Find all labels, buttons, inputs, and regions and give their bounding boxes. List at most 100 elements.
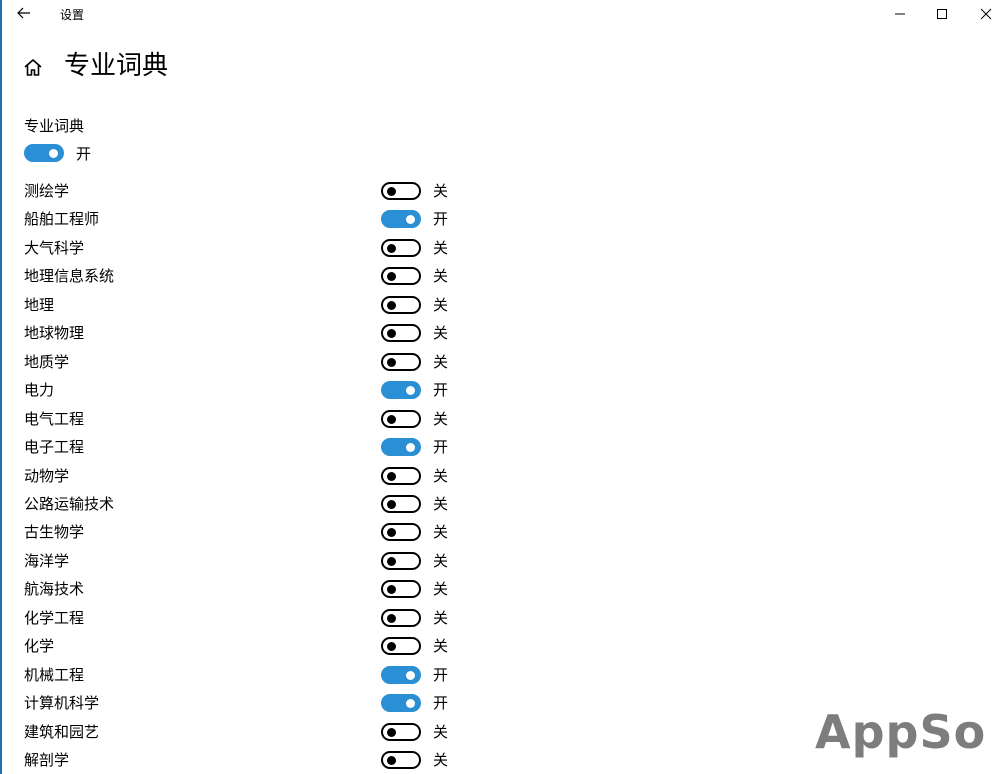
- toggle-state-label: 关: [433, 637, 449, 656]
- dictionary-toggle-switch[interactable]: [381, 295, 421, 314]
- toggle-state-label: 关: [433, 494, 449, 513]
- dictionary-toggle-switch[interactable]: [381, 182, 421, 200]
- dictionary-label: 电力: [24, 381, 55, 400]
- dictionary-label: 解剖学: [24, 751, 70, 769]
- toggle-knob: [387, 329, 396, 339]
- dictionary-label: 动物学: [24, 466, 70, 485]
- dictionary-label: 建筑和园艺: [24, 722, 100, 741]
- dictionary-row: 计算机科学 开: [0, 691, 470, 715]
- toggle-knob: [387, 556, 396, 566]
- close-icon[interactable]: [976, 4, 996, 24]
- toggle-knob: [387, 756, 396, 765]
- dictionary-label: 地质学: [24, 352, 70, 371]
- toggle-knob: [406, 215, 415, 225]
- dictionary-label: 地球物理: [24, 324, 85, 343]
- dictionary-row: 解剖学 关: [0, 748, 470, 772]
- toggle-knob: [387, 528, 396, 538]
- dictionary-toggle-switch[interactable]: [381, 494, 421, 513]
- toggle-knob: [49, 149, 58, 158]
- dictionary-toggle-switch[interactable]: [381, 523, 421, 542]
- toggle-knob: [387, 499, 396, 509]
- dictionary-toggle-switch[interactable]: [381, 267, 421, 286]
- dictionary-toggle-switch[interactable]: [381, 751, 421, 769]
- toggle-state-label: 关: [433, 238, 449, 257]
- dictionary-row: 海洋学 关: [0, 549, 470, 573]
- dictionary-row: 大气科学 关: [0, 236, 470, 260]
- toggle-knob: [387, 471, 396, 481]
- dictionary-row: 化学 关: [0, 634, 470, 658]
- window-title: 设置: [60, 8, 85, 22]
- dictionary-toggle-switch[interactable]: [381, 694, 421, 713]
- toggle-knob: [387, 300, 396, 310]
- toggle-state-label: 关: [433, 551, 449, 570]
- dictionary-label: 测绘学: [24, 182, 70, 200]
- dictionary-toggle-switch[interactable]: [381, 551, 421, 570]
- toggle-knob: [387, 613, 396, 623]
- master-toggle-switch[interactable]: [24, 144, 64, 162]
- toggle-state-label: 关: [433, 608, 449, 627]
- toggle-state-label: 关: [433, 751, 449, 769]
- dictionary-row: 电力 开: [0, 378, 470, 402]
- home-icon[interactable]: [21, 56, 45, 80]
- dictionary-label: 计算机科学: [24, 694, 100, 713]
- dictionary-label: 化学: [24, 637, 55, 656]
- dictionary-toggle-switch[interactable]: [381, 238, 421, 257]
- dictionary-toggle-switch[interactable]: [381, 438, 421, 457]
- dictionary-row: 地理信息系统 关: [0, 264, 470, 288]
- dictionary-toggle-switch[interactable]: [381, 722, 421, 741]
- toggle-knob: [406, 386, 415, 396]
- toggle-state-label: 关: [433, 182, 449, 200]
- toggle-state-label: 关: [433, 324, 449, 343]
- toggle-knob: [387, 243, 396, 253]
- dictionary-toggle-switch[interactable]: [381, 637, 421, 656]
- dictionary-toggle-switch[interactable]: [381, 352, 421, 371]
- dictionary-label: 海洋学: [24, 551, 70, 570]
- page-title: 专业词典: [64, 51, 169, 81]
- toggle-knob: [387, 272, 396, 282]
- dictionary-label: 地理: [24, 295, 55, 314]
- dictionary-row: 动物学 关: [0, 464, 470, 488]
- toggle-knob: [387, 187, 396, 196]
- dictionary-row: 电子工程 开: [0, 435, 470, 459]
- dictionary-label: 船舶工程师: [24, 210, 100, 229]
- maximize-icon[interactable]: [932, 4, 952, 24]
- dictionary-label: 地理信息系统: [24, 267, 115, 286]
- toggle-state-label: 关: [433, 523, 449, 542]
- master-toggle-state: 开: [76, 145, 92, 163]
- dictionary-row: 建筑和园艺 关: [0, 720, 470, 744]
- toggle-state-label: 关: [433, 466, 449, 485]
- dictionary-row: 测绘学 关: [0, 179, 470, 203]
- back-arrow-icon[interactable]: [14, 4, 34, 24]
- dictionary-row: 公路运输技术 关: [0, 492, 470, 516]
- dictionary-toggle-switch[interactable]: [381, 210, 421, 229]
- toggle-knob: [387, 585, 396, 595]
- dictionary-row: 化学工程 关: [0, 606, 470, 630]
- toggle-state-label: 关: [433, 295, 449, 314]
- toggle-state-label: 关: [433, 580, 449, 599]
- dictionary-toggle-switch[interactable]: [381, 409, 421, 428]
- dictionary-label: 电子工程: [24, 438, 85, 457]
- dictionary-toggle-switch[interactable]: [381, 580, 421, 599]
- dictionary-toggle-switch[interactable]: [381, 324, 421, 343]
- dictionary-label: 化学工程: [24, 608, 85, 627]
- dictionary-label: 大气科学: [24, 238, 85, 257]
- master-toggle-label: 专业词典: [24, 117, 85, 135]
- toggle-knob: [387, 414, 396, 424]
- dictionary-toggle-switch[interactable]: [381, 665, 421, 684]
- dictionary-label: 电气工程: [24, 409, 85, 428]
- dictionary-row: 地理 关: [0, 293, 470, 317]
- toggle-knob: [406, 699, 415, 709]
- toggle-state-label: 开: [433, 694, 449, 713]
- dictionary-toggle-switch[interactable]: [381, 608, 421, 627]
- toggle-knob: [387, 642, 396, 652]
- dictionary-label: 机械工程: [24, 665, 85, 684]
- dictionary-toggle-switch[interactable]: [381, 466, 421, 485]
- dictionary-row: 电气工程 关: [0, 407, 470, 431]
- toggle-state-label: 开: [433, 438, 449, 457]
- dictionary-row: 航海技术 关: [0, 577, 470, 601]
- minimize-icon[interactable]: [890, 4, 910, 24]
- toggle-knob: [387, 727, 396, 737]
- dictionary-row: 地质学 关: [0, 350, 470, 374]
- dictionary-toggle-switch[interactable]: [381, 381, 421, 400]
- appso-watermark: AppSo: [815, 705, 987, 759]
